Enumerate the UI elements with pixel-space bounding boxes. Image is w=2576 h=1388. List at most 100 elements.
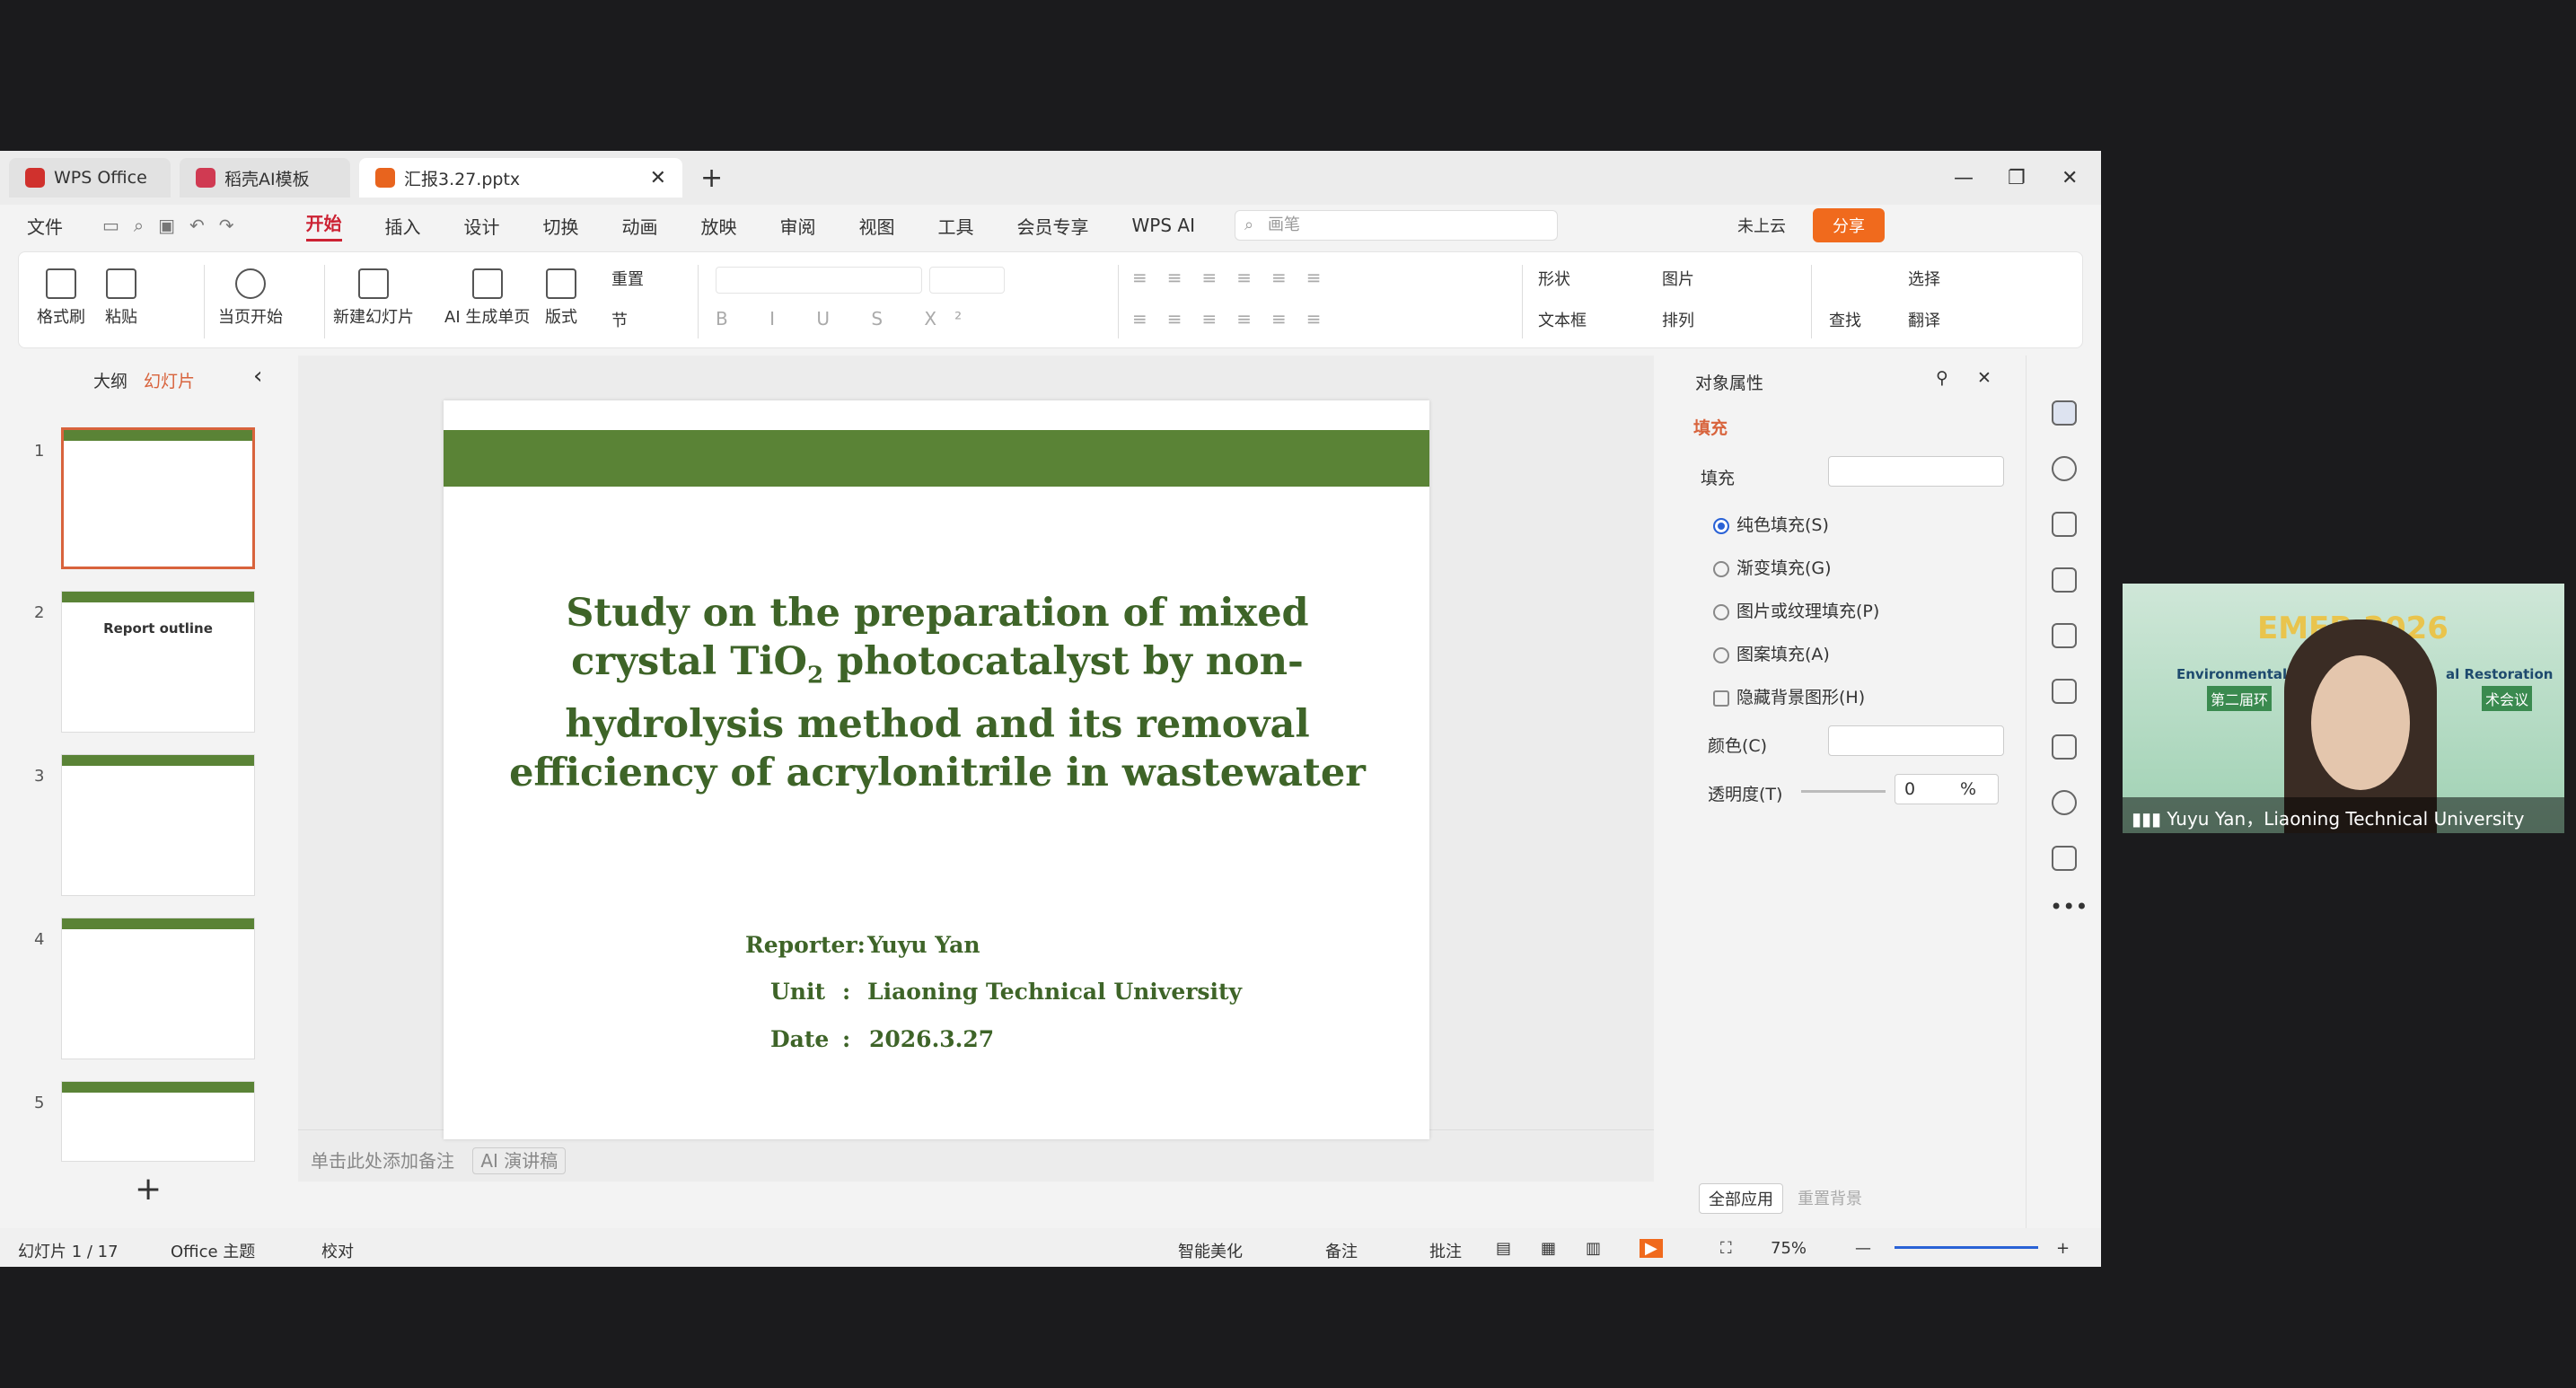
fill-gradient-radio[interactable]: 渐变填充(G) <box>1713 555 1832 579</box>
notes-toggle[interactable]: 备注 <box>1325 1239 1358 1262</box>
apply-all-button[interactable]: 全部应用 <box>1699 1183 1783 1214</box>
fill-tab[interactable]: 填充 <box>1693 415 1728 439</box>
window-close-icon[interactable]: ✕ <box>2062 167 2078 189</box>
font-size-select[interactable] <box>929 267 1005 294</box>
format-painter-button[interactable]: 格式刷 <box>37 268 85 328</box>
menu-home[interactable]: 开始 <box>305 209 342 242</box>
share-button[interactable]: 分享 <box>1812 208 1885 242</box>
arrange-button[interactable]: 排列 <box>1662 308 1694 331</box>
recycle-icon[interactable] <box>2052 623 2077 648</box>
cloud-status[interactable]: 未上云 <box>1737 214 1786 237</box>
more-icon[interactable]: ••• <box>2050 894 2088 919</box>
ai-script-button[interactable]: AI 演讲稿 <box>472 1147 567 1174</box>
normal-view-icon[interactable]: ▤ <box>1496 1239 1511 1258</box>
copy-icon[interactable] <box>2052 512 2077 537</box>
fill-solid-radio[interactable]: 纯色填充(S) <box>1713 512 1829 536</box>
slide-thumbnail-2[interactable]: Report outline <box>61 591 255 733</box>
menu-transition[interactable]: 切换 <box>543 213 579 239</box>
zoom-in-icon[interactable]: + <box>2056 1239 2070 1258</box>
menu-view[interactable]: 视图 <box>859 213 895 239</box>
find-button[interactable]: 查找 <box>1829 308 1861 331</box>
comment-icon[interactable] <box>2052 846 2077 871</box>
quick-access-icons[interactable]: ▭⌕▣↶↷ <box>102 215 249 236</box>
restore-icon[interactable]: ❐ <box>2008 167 2026 189</box>
picture-button[interactable]: 图片 <box>1662 267 1694 290</box>
play-from-current-button[interactable]: 当页开始 <box>218 268 283 328</box>
select-button[interactable]: 选择 <box>1908 267 1940 290</box>
book-icon[interactable] <box>2052 734 2077 760</box>
star-icon[interactable] <box>2052 456 2077 481</box>
zoom-slider[interactable] <box>1895 1246 2038 1249</box>
menu-file[interactable]: 文件 <box>27 213 63 239</box>
tab-pptx[interactable]: 汇报3.27.pptx ✕ <box>359 158 682 198</box>
comment-toggle[interactable]: 批注 <box>1429 1239 1462 1262</box>
transparency-input[interactable]: 0% <box>1895 774 1999 804</box>
transparency-slider[interactable] <box>1801 790 1886 793</box>
tab-ai-template[interactable]: 稻壳AI模板 <box>180 158 350 198</box>
play-slideshow-icon[interactable]: ▶ <box>1640 1239 1663 1258</box>
menu-review[interactable]: 审阅 <box>780 213 816 239</box>
hide-bg-checkbox[interactable]: 隐藏背景图形(H) <box>1713 684 1865 708</box>
menu-slideshow[interactable]: 放映 <box>701 213 737 239</box>
reset-button[interactable]: 重置 <box>611 267 644 290</box>
add-slide-icon[interactable]: + <box>135 1171 162 1208</box>
slide-thumbnail-3[interactable] <box>61 754 255 896</box>
font-style-icons[interactable]: B I U S X² <box>716 308 980 329</box>
shape-button[interactable]: 形状 <box>1538 267 1570 290</box>
proofread-button[interactable]: 校对 <box>321 1239 354 1262</box>
fill-picture-radio[interactable]: 图片或纹理填充(P) <box>1713 598 1879 622</box>
slides-tab[interactable]: 幻灯片 <box>144 368 195 392</box>
menu-design[interactable]: 设计 <box>464 213 500 239</box>
zoom-out-icon[interactable]: — <box>1855 1239 1871 1258</box>
font-family-select[interactable] <box>716 267 922 294</box>
zoom-level[interactable]: 75% <box>1771 1239 1807 1258</box>
align-icons[interactable]: ≡≡≡≡≡≡ <box>1132 308 1341 329</box>
fill-section-header[interactable]: 填充 <box>1701 465 1735 489</box>
unit-colon: : <box>842 979 851 1005</box>
tab-wps-office[interactable]: WPS Office <box>9 158 171 198</box>
shield-icon[interactable] <box>2052 679 2077 704</box>
menu-tools[interactable]: 工具 <box>938 213 974 239</box>
slide-title[interactable]: Study on the preparation of mixed crysta… <box>497 589 1377 797</box>
tools-icon[interactable] <box>2052 567 2077 593</box>
textbox-button[interactable]: 文本框 <box>1538 308 1587 331</box>
slide-thumbnail-1[interactable] <box>61 427 255 569</box>
section-button[interactable]: 节 <box>611 308 628 331</box>
label: 图片 <box>1662 270 1694 289</box>
fill-dropdown[interactable] <box>1828 456 2004 487</box>
search-input[interactable]: ⌕ 画笔 <box>1234 210 1558 241</box>
help-icon[interactable] <box>2052 790 2077 815</box>
outline-tab[interactable]: 大纲 <box>93 368 127 392</box>
color-dropdown[interactable] <box>1828 725 2004 756</box>
menu-animation[interactable]: 动画 <box>622 213 658 239</box>
paragraph-icons[interactable]: ≡≡≡≡≡≡ <box>1132 267 1341 288</box>
grid-view-icon[interactable]: ▦ <box>1541 1239 1556 1258</box>
fit-icon[interactable]: ⛶ <box>1720 1239 1732 1258</box>
panel-title[interactable]: 对象属性 <box>1695 370 1763 394</box>
paste-button[interactable]: 粘贴 <box>105 268 137 328</box>
reset-background-button[interactable]: 重置背景 <box>1789 1183 1871 1212</box>
menu-wps-ai[interactable]: WPS AI <box>1132 215 1195 236</box>
title-subscript: 2 <box>807 662 824 690</box>
layout-button[interactable]: 版式 <box>545 268 577 328</box>
reading-view-icon[interactable]: ▥ <box>1586 1239 1601 1258</box>
panel-close-icon[interactable]: ✕ <box>1977 368 1991 388</box>
slide-thumbnail-4[interactable] <box>61 918 255 1059</box>
beautify-button[interactable]: 智能美化 <box>1178 1239 1243 1262</box>
ai-single-page-button[interactable]: AI 生成单页 <box>444 268 530 328</box>
slide-thumbnail-5[interactable] <box>61 1081 255 1162</box>
slide[interactable]: Study on the preparation of mixed crysta… <box>444 400 1429 1139</box>
video-banner-cn: 第二届环 <box>2207 686 2273 711</box>
theme-button[interactable]: Office 主题 <box>171 1239 255 1262</box>
menu-member[interactable]: 会员专享 <box>1017 213 1089 239</box>
translate-button[interactable]: 翻译 <box>1908 308 1940 331</box>
minimize-icon[interactable]: — <box>1954 167 1974 189</box>
new-slide-button[interactable]: 新建幻灯片 <box>333 268 414 328</box>
pin-icon[interactable]: ⚲ <box>1936 368 1948 388</box>
menu-insert[interactable]: 插入 <box>385 213 421 239</box>
properties-icon[interactable] <box>2052 400 2077 426</box>
fill-pattern-radio[interactable]: 图案填充(A) <box>1713 641 1830 665</box>
close-icon[interactable]: ✕ <box>650 167 666 189</box>
new-tab-icon[interactable]: + <box>700 163 723 194</box>
collapse-icon[interactable]: ‹ <box>253 363 262 390</box>
